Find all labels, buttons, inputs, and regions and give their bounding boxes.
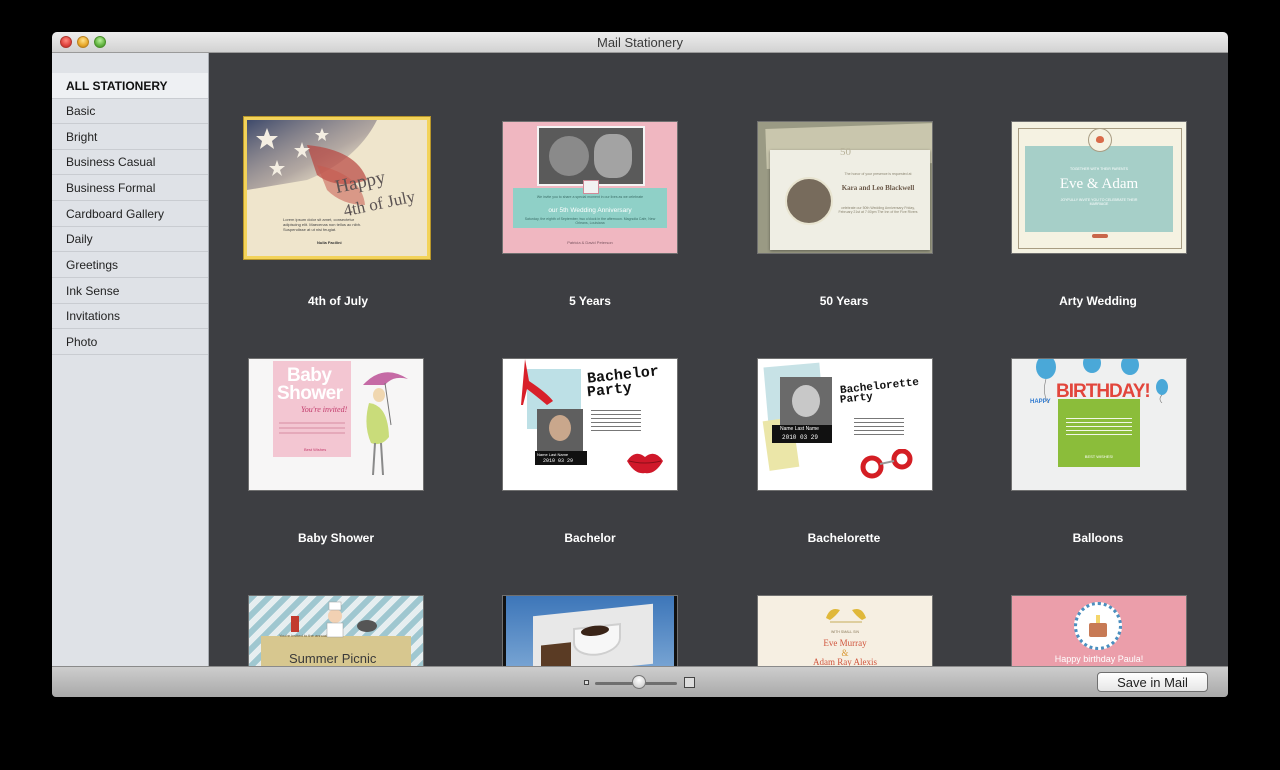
- heart-icon: [1096, 136, 1104, 143]
- couple-round-photo: [785, 177, 833, 225]
- sidebar-item-daily[interactable]: Daily: [52, 227, 208, 252]
- bottom-toolbar: Save in Mail: [52, 666, 1228, 697]
- template-50-years[interactable]: 50 The honor of your presence is request…: [757, 121, 933, 254]
- large-thumbnail-icon[interactable]: [684, 677, 695, 688]
- preview-title: Summer Picnic: [289, 651, 377, 666]
- sidebar-item-business-formal[interactable]: Business Formal: [52, 176, 208, 201]
- preview-title-party: Party: [586, 379, 633, 402]
- small-thumbnail-icon[interactable]: [584, 680, 589, 685]
- template-label-baby-shower: Baby Shower: [297, 531, 375, 545]
- preview-date: 2010 03 29: [782, 434, 819, 441]
- template-label-5-years: 5 Years: [569, 294, 611, 308]
- preview-invite: You're invited!: [301, 405, 348, 414]
- preview-signature: Patricia & David Peterson: [567, 240, 613, 245]
- couple-photo: [537, 126, 645, 186]
- preview-signature: BEST WISHES!: [1084, 454, 1114, 459]
- window-title: Mail Stationery: [597, 35, 683, 50]
- preview-details: celebrate our 50th Wedding Anniversary F…: [838, 206, 918, 214]
- preview-name-2: Adam Ray Alexis: [813, 657, 877, 666]
- preview-intro: We invite you to share a special moment …: [536, 195, 644, 199]
- sidebar-item-business-casual[interactable]: Business Casual: [52, 150, 208, 175]
- template-eve-murray[interactable]: WITH SMALL SIN Eve Murray & Adam Ray Ale…: [757, 595, 933, 666]
- mail-stationery-window: Mail Stationery ALL STATIONERY Basic Bri…: [52, 32, 1228, 697]
- save-in-mail-button[interactable]: Save in Mail: [1097, 672, 1208, 692]
- template-label-balloons: Balloons: [1072, 531, 1124, 545]
- stationery-grid: Happy 4th of July Lorem ipsum dolor sit …: [209, 53, 1228, 666]
- preview-intro: The honor of your presence is requested …: [844, 172, 912, 176]
- preview-intro: TOGETHER WITH THEIR PARENTS: [1070, 167, 1128, 171]
- preview-intro: You're invited to the annual: [279, 633, 327, 638]
- preview-text: Happy birthday Paula!: [1054, 654, 1144, 664]
- template-5-years[interactable]: We invite you to share a special moment …: [502, 121, 678, 254]
- preview-birthday: BIRTHDAY!: [1056, 381, 1151, 402]
- template-balloons[interactable]: HAPPY BIRTHDAY! BEST WISHES!: [1011, 358, 1187, 491]
- sidebar-item-all-stationery[interactable]: ALL STATIONERY: [52, 73, 208, 99]
- cake-badge-icon: [1074, 602, 1122, 650]
- template-label-bachelor: Bachelor: [564, 531, 616, 545]
- category-sidebar: ALL STATIONERY Basic Bright Business Cas…: [52, 53, 209, 666]
- preview-details: Saturday, the eighth of September, two o…: [524, 217, 656, 225]
- preview-signature: Best Wishes: [304, 447, 327, 452]
- preview-intro: WITH SMALL SIN: [830, 630, 860, 634]
- love-birds-icon: [826, 609, 866, 623]
- thumbnail-size-slider-knob[interactable]: [632, 675, 647, 689]
- sidebar-item-bright[interactable]: Bright: [52, 125, 208, 150]
- sidebar-item-invitations[interactable]: Invitations: [52, 304, 208, 329]
- template-baby-shower[interactable]: Baby Shower You're invited! Best Wishes: [248, 358, 424, 491]
- preview-body-text: Lorem ipsum dolor sit amet, consectetur …: [283, 217, 362, 232]
- heart-stamp-icon: [583, 180, 599, 194]
- sidebar-item-basic[interactable]: Basic: [52, 99, 208, 124]
- flourish-icon: [1092, 234, 1108, 238]
- sidebar-item-greetings[interactable]: Greetings: [52, 253, 208, 278]
- template-billboard[interactable]: [502, 595, 678, 666]
- title-bar: Mail Stationery: [52, 32, 1228, 53]
- preview-names: Eve & Adam: [1059, 176, 1139, 192]
- sidebar-item-photo[interactable]: Photo: [52, 330, 208, 355]
- preview-name: Name Last Name: [537, 452, 569, 457]
- template-happy-birthday-paula[interactable]: Happy birthday Paula!: [1011, 595, 1187, 666]
- preview-title-shower: Shower: [277, 383, 343, 404]
- template-bachelorette[interactable]: Name Last Name 2010 03 29 Bachelorette P…: [757, 358, 933, 491]
- red-high-heel-icon: [521, 359, 553, 405]
- lips-kiss-icon: [627, 453, 663, 474]
- template-arty-wedding[interactable]: TOGETHER WITH THEIR PARENTS Eve & Adam J…: [1011, 121, 1187, 254]
- template-label-50-years: 50 Years: [819, 294, 869, 308]
- preview-name-1: Eve Murray: [823, 638, 867, 648]
- preview-details: JOYFULLY INVITE YOU TO CELEBRATE THEIR M…: [1060, 198, 1138, 206]
- preview-title-party: Party: [839, 391, 874, 407]
- sidebar-item-ink-sense[interactable]: Ink Sense: [52, 279, 208, 304]
- fuzzy-handcuffs-icon: [860, 449, 913, 479]
- template-label-4th-of-july: 4th of July: [307, 294, 368, 308]
- preview-name: Name Last Name: [780, 426, 819, 432]
- pregnant-woman-illustration: [363, 372, 408, 476]
- preview-headline: our 5th Wedding Anniversary: [548, 207, 632, 214]
- preview-date: 2010 03 29: [543, 458, 574, 464]
- template-label-arty-wedding: Arty Wedding: [1059, 294, 1137, 308]
- preview-number: 50: [840, 146, 851, 158]
- template-summer-picnic[interactable]: You're invited to the annual Summer Picn…: [248, 595, 424, 666]
- template-bachelor[interactable]: Name Last Name 2010 03 29 Bachelor Party: [502, 358, 678, 491]
- preview-signature: Nulla Facilini: [317, 240, 342, 245]
- preview-names: Kara and Leo Blackwell: [841, 184, 915, 192]
- template-4th-of-july[interactable]: Happy 4th of July Lorem ipsum dolor sit …: [244, 117, 430, 259]
- sidebar-item-cardboard-gallery[interactable]: Cardboard Gallery: [52, 202, 208, 227]
- preview-happy: HAPPY: [1030, 399, 1051, 405]
- template-label-bachelorette: Bachelorette: [807, 531, 881, 545]
